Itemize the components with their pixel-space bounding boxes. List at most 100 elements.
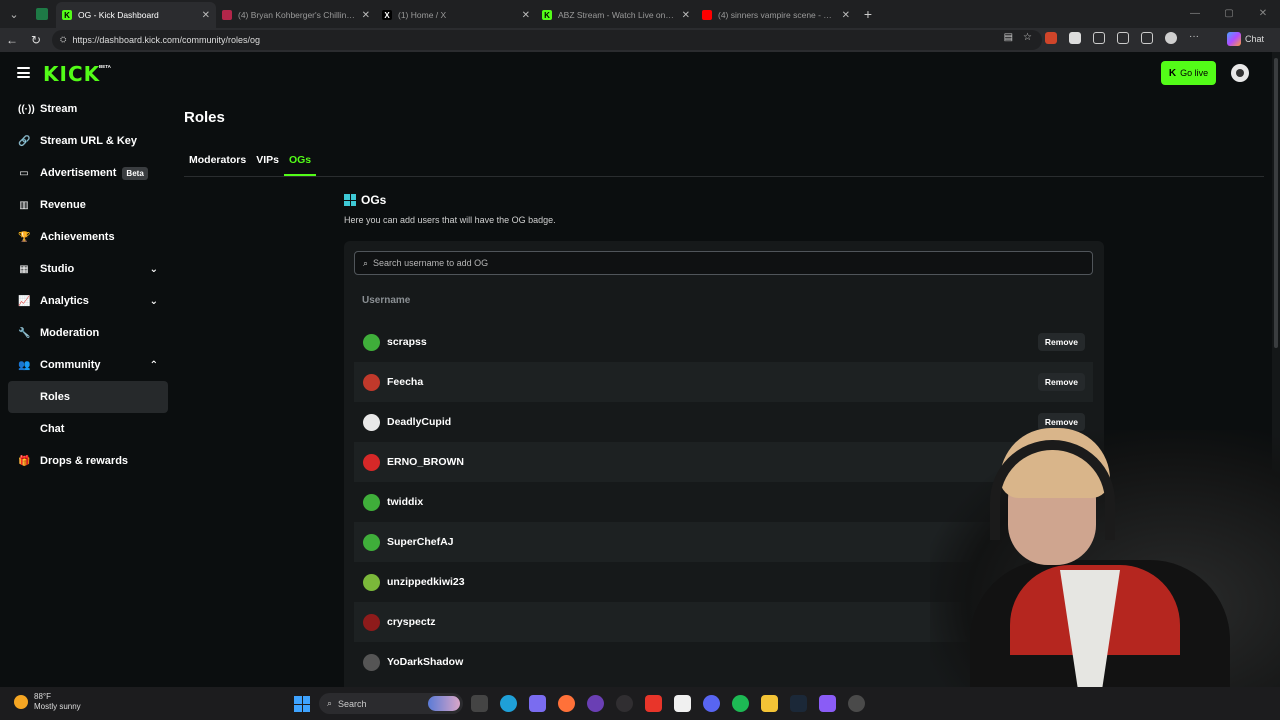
user-avatar-icon <box>363 653 380 671</box>
sidebar-item-revenue[interactable]: ▥ Revenue <box>8 189 168 221</box>
tab-close-icon[interactable]: ✕ <box>362 10 370 21</box>
username[interactable]: twiddix <box>387 496 423 508</box>
sidebar-item-roles[interactable]: Roles <box>8 381 168 413</box>
chevron-up-icon[interactable]: ⌃ <box>150 360 158 371</box>
sidebar-item-studio[interactable]: ▦ Studio ⌄ <box>8 253 168 285</box>
weather-widget[interactable]: 88°F Mostly sunny <box>14 692 81 712</box>
copilot-icon <box>1226 32 1241 46</box>
copilot-app-icon[interactable] <box>529 695 546 712</box>
user-avatar[interactable] <box>1231 64 1249 82</box>
browser-tab[interactable]: (4) sinners vampire scene - YouTu... ✕ <box>696 2 856 28</box>
hamburger-menu-icon[interactable] <box>17 67 30 78</box>
discord-icon[interactable] <box>703 695 720 712</box>
extension-shield-icon[interactable] <box>1069 32 1081 44</box>
browser-tab[interactable]: (4) Bryan Kohberger's Chilling Mu... ✕ <box>216 2 376 28</box>
browser-tab[interactable]: K OG - Kick Dashboard ✕ <box>56 2 216 28</box>
pinned-tab[interactable] <box>28 0 56 28</box>
remove-button[interactable]: Remove <box>1037 333 1085 351</box>
tab-close-icon[interactable]: ✕ <box>202 10 210 21</box>
tab-favicon-icon: K <box>542 10 552 20</box>
chevron-down-icon[interactable]: ⌄ <box>150 296 158 307</box>
sidebar-item-moderation[interactable]: 🔧 Moderation <box>8 317 168 349</box>
copilot-chat-button[interactable]: Chat <box>1226 32 1264 46</box>
sheets-favicon-icon <box>36 8 48 20</box>
username[interactable]: ERNO_BROWN <box>387 456 464 468</box>
maximize-icon[interactable]: ▢ <box>1212 0 1246 28</box>
sidebar-item-stream-url-key[interactable]: 🔗 Stream URL & Key <box>8 125 168 157</box>
itunes-icon[interactable] <box>674 695 691 712</box>
obs-icon[interactable] <box>616 695 633 712</box>
app-red-icon[interactable] <box>645 695 662 712</box>
app-purple-icon[interactable] <box>587 695 604 712</box>
username[interactable]: unzippedkiwi23 <box>387 576 465 588</box>
refresh-icon[interactable]: ↻ <box>24 33 48 47</box>
tab-close-icon[interactable]: ✕ <box>682 10 690 21</box>
username[interactable]: DeadlyCupid <box>387 416 451 428</box>
spotify-icon[interactable] <box>732 695 749 712</box>
tab-vips[interactable]: VIPs <box>251 146 284 176</box>
username[interactable]: scrapss <box>387 336 427 348</box>
close-window-icon[interactable]: ✕ <box>1246 0 1280 28</box>
search-username-input[interactable] <box>373 258 1074 268</box>
split-screen-icon[interactable] <box>1117 32 1129 44</box>
tab-actions-chevron-icon[interactable]: ⌄ <box>0 0 28 28</box>
favorites-icon[interactable] <box>1141 32 1153 44</box>
sidebar-item-label: Analytics <box>40 295 89 307</box>
tab-ogs[interactable]: OGs <box>283 146 317 176</box>
go-live-button[interactable]: K Go live <box>1161 61 1216 85</box>
more-menu-icon[interactable]: ··· <box>1189 32 1201 44</box>
username[interactable]: YoDarkShadow <box>387 656 463 668</box>
beta-label: BETA <box>99 64 111 69</box>
tab-moderators[interactable]: Moderators <box>184 146 251 176</box>
windows-taskbar: 88°F Mostly sunny ⌕ Search <box>0 687 1280 720</box>
sidebar-item-community[interactable]: 👥 Community ⌃ <box>8 349 168 381</box>
sidebar-item-drops-rewards[interactable]: 🎁 Drops & rewards <box>8 445 168 477</box>
user-avatar-icon <box>363 573 380 591</box>
taskbar-search[interactable]: ⌕ Search <box>319 693 463 714</box>
sidebar-item-label: Stream URL & Key <box>40 135 137 147</box>
steam-icon[interactable] <box>790 695 807 712</box>
sidebar-item-chat[interactable]: Chat <box>8 413 168 445</box>
reader-view-icon[interactable]: ▤ <box>1004 32 1013 43</box>
sidebar-item-label: Moderation <box>40 327 100 339</box>
edge-icon[interactable] <box>500 695 517 712</box>
extensions-puzzle-icon[interactable] <box>1093 32 1105 44</box>
back-arrow-icon[interactable]: ← <box>0 33 24 47</box>
new-tab-button[interactable]: + <box>856 6 880 22</box>
browser-tab[interactable]: X (1) Home / X ✕ <box>376 2 536 28</box>
sidebar-item-analytics[interactable]: 📈 Analytics ⌄ <box>8 285 168 317</box>
clipchamp-icon[interactable] <box>819 695 836 712</box>
search-box: ⌕ <box>354 251 1093 275</box>
browser-tab[interactable]: K ABZ Stream - Watch Live on Kick ✕ <box>536 2 696 28</box>
community-icon: 👥 <box>18 359 31 371</box>
column-header-username: Username <box>362 295 411 306</box>
tab-close-icon[interactable]: ✕ <box>522 10 530 21</box>
task-view-icon[interactable] <box>471 695 488 712</box>
sidebar-item-stream[interactable]: ((·)) Stream <box>8 93 168 125</box>
url-text: https://dashboard.kick.com/community/rol… <box>72 35 260 45</box>
firefox-icon[interactable] <box>558 695 575 712</box>
username[interactable]: Feecha <box>387 376 423 388</box>
extension-red-icon[interactable] <box>1045 32 1057 44</box>
username[interactable]: SuperChefAJ <box>387 536 454 548</box>
remove-button[interactable]: Remove <box>1037 373 1085 391</box>
tab-favicon-icon <box>702 10 712 20</box>
minimize-icon[interactable]: — <box>1178 0 1212 28</box>
app-gray-icon[interactable] <box>848 695 865 712</box>
tab-title: ABZ Stream - Watch Live on Kick <box>558 10 676 20</box>
site-info-icon[interactable]: ⛭ <box>60 35 66 45</box>
tab-close-icon[interactable]: ✕ <box>842 10 850 21</box>
tab-favicon-icon <box>222 10 232 20</box>
favorite-star-icon[interactable]: ☆ <box>1023 32 1032 43</box>
file-explorer-icon[interactable] <box>761 695 778 712</box>
username[interactable]: cryspectz <box>387 616 435 628</box>
sidebar-item-advertisement[interactable]: ▭ Advertisement Beta <box>8 157 168 189</box>
windows-start-icon[interactable] <box>294 696 310 712</box>
trophy-icon: 🏆 <box>18 231 31 243</box>
sidebar-item-label: Revenue <box>40 199 86 211</box>
chevron-down-icon[interactable]: ⌄ <box>150 264 158 275</box>
kick-logo[interactable]: KICK <box>43 64 100 84</box>
sidebar-item-achievements[interactable]: 🏆 Achievements <box>8 221 168 253</box>
url-field[interactable]: ⛭ https://dashboard.kick.com/community/r… <box>52 30 1042 50</box>
profile-avatar-icon[interactable] <box>1165 32 1177 44</box>
